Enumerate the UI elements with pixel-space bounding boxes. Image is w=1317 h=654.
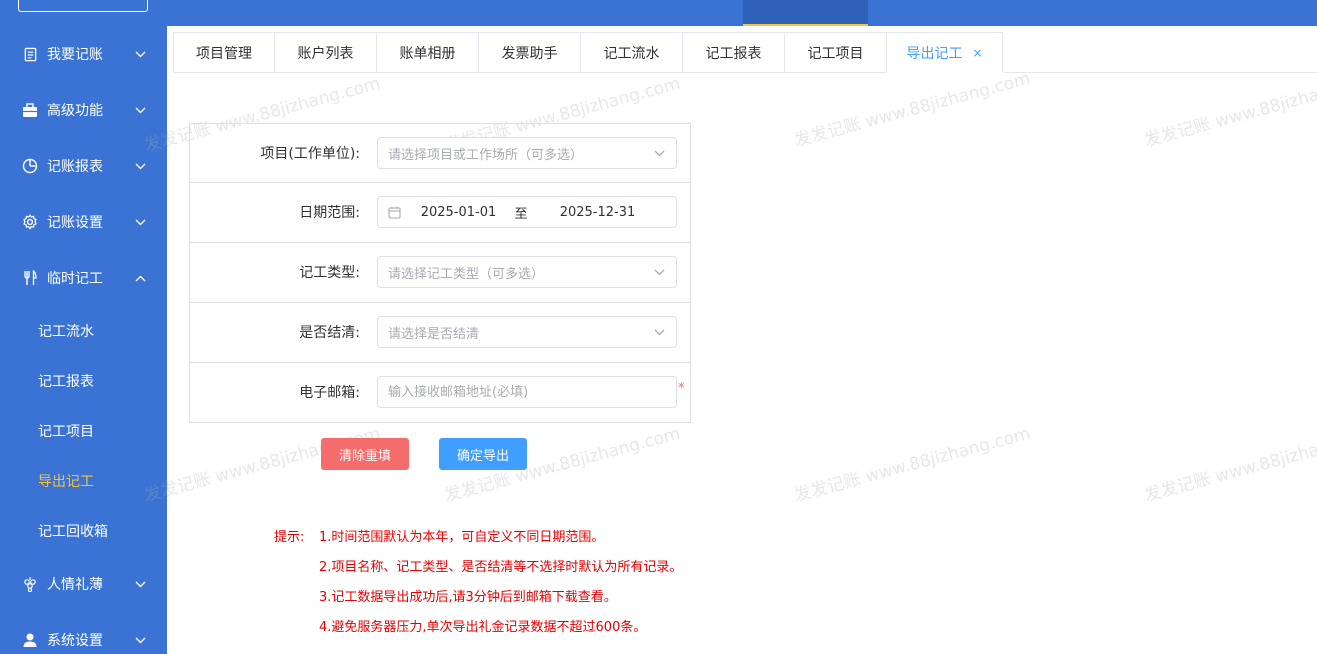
gear-icon <box>22 214 38 230</box>
form-row-work-type: 记工类型: 请选择记工类型（可多选） <box>189 243 691 303</box>
sidebar-sub-item-work-project[interactable]: 记工项目 <box>0 406 167 456</box>
project-select[interactable]: 请选择项目或工作场所（可多选） <box>377 137 677 169</box>
project-label: 项目(工作单位): <box>260 146 360 162</box>
date-range-label: 日期范围: <box>299 205 360 221</box>
export-form: 项目(工作单位): 请选择项目或工作场所（可多选） 日期范围: 2025-01-… <box>189 123 691 423</box>
tab-label: 导出记工 <box>906 45 963 62</box>
watermark: 发发记账 www.88jizhang.com <box>1142 68 1317 152</box>
sidebar-item-label: 临时记工 <box>47 271 103 287</box>
email-field[interactable] <box>388 384 666 400</box>
tab-bill-album[interactable]: 账单相册 <box>377 32 479 73</box>
sidebar-sub-item-work-report[interactable]: 记工报表 <box>0 356 167 406</box>
tab-account-list[interactable]: 账户列表 <box>275 32 377 73</box>
tip-line: 4.避免服务器压力,单次导出礼金记录数据不超过600条。 <box>319 620 647 635</box>
close-icon[interactable]: × <box>972 46 982 60</box>
tab-bar: 项目管理 账户列表 账单相册 发票助手 记工流水 记工报表 记工项目 导出记工 … <box>173 32 1003 73</box>
sidebar-item-label: 系统设置 <box>47 633 103 649</box>
reset-button[interactable]: 清除重填 <box>321 438 409 470</box>
tip-line: 1.时间范围默认为本年，可自定义不同日期范围。 <box>319 530 605 545</box>
sidebar-sub-item-export-work[interactable]: 导出记工 <box>0 456 167 506</box>
form-row-settled: 是否结清: 请选择是否结清 <box>189 303 691 363</box>
tab-bar-divider <box>1004 72 1317 73</box>
chevron-down-icon <box>133 107 147 114</box>
document-icon <box>22 46 38 62</box>
sidebar-item-label: 记账报表 <box>47 159 103 175</box>
sidebar-item-gift-book[interactable]: 人情礼薄 <box>0 556 167 612</box>
email-field-wrapper <box>377 376 677 408</box>
date-range-picker[interactable]: 2025-01-01 至 2025-12-31 <box>377 196 677 228</box>
form-row-email: 电子邮箱: * <box>189 363 691 423</box>
date-start[interactable]: 2025-01-01 <box>411 205 506 220</box>
tab-invoice-helper[interactable]: 发票助手 <box>479 32 581 73</box>
sidebar-sub-item-work-flow[interactable]: 记工流水 <box>0 306 167 356</box>
tab-work-report[interactable]: 记工报表 <box>683 32 785 73</box>
project-select-placeholder: 请选择项目或工作场所（可多选） <box>388 147 584 163</box>
work-type-select-placeholder: 请选择记工类型（可多选） <box>388 266 545 282</box>
calendar-icon <box>388 206 402 219</box>
sidebar-item-temp-work[interactable]: 临时记工 <box>0 250 167 306</box>
sidebar-item-reports[interactable]: 记账报表 <box>0 138 167 194</box>
sidebar-item-advanced[interactable]: 高级功能 <box>0 82 167 138</box>
watermark: 发发记账 www.88jizhang.com <box>792 68 1033 152</box>
tip-line: 2.项目名称、记工类型、是否结清等不选择时默认为所有记录。 <box>319 560 683 575</box>
tab-work-flow[interactable]: 记工流水 <box>581 32 683 73</box>
date-end[interactable]: 2025-12-31 <box>550 205 645 220</box>
export-button[interactable]: 确定导出 <box>439 438 527 470</box>
pie-chart-icon <box>22 158 38 174</box>
settled-select[interactable]: 请选择是否结清 <box>377 316 677 348</box>
chevron-down-icon <box>652 150 666 157</box>
tab-work-project[interactable]: 记工项目 <box>785 32 887 73</box>
fork-knife-icon <box>22 270 38 286</box>
sidebar-item-settings[interactable]: 记账设置 <box>0 194 167 250</box>
sidebar-item-system-settings[interactable]: 系统设置 <box>0 612 167 654</box>
sidebar-item-bookkeeping[interactable]: 我要记账 <box>0 26 167 82</box>
form-row-date-range: 日期范围: 2025-01-01 至 2025-12-31 <box>189 183 691 243</box>
user-icon <box>22 632 38 648</box>
top-nav-active-item[interactable] <box>743 0 868 26</box>
settled-label: 是否结清: <box>299 325 360 341</box>
sidebar: 我要记账 高级功能 记账报表 记账设置 临时记工 记工流水 记工报表 记工项目 … <box>0 26 167 654</box>
required-mark: * <box>678 381 685 396</box>
sidebar-item-label: 记账设置 <box>47 215 103 231</box>
email-label: 电子邮箱: <box>299 385 360 401</box>
sidebar-item-label: 我要记账 <box>47 47 103 63</box>
watermark: 发发记账 www.88jizhang.com <box>1142 423 1317 507</box>
chevron-down-icon <box>133 163 147 170</box>
chevron-down-icon <box>133 51 147 58</box>
top-navbar <box>0 0 1317 26</box>
chevron-up-icon <box>133 275 147 282</box>
work-type-label: 记工类型: <box>299 265 360 281</box>
tab-export-work[interactable]: 导出记工 × <box>887 32 1003 73</box>
tip-line: 3.记工数据导出成功后,请3分钟后到邮箱下载查看。 <box>319 590 617 605</box>
chevron-down-icon <box>133 581 147 588</box>
date-separator: 至 <box>514 206 528 222</box>
form-row-project: 项目(工作单位): 请选择项目或工作场所（可多选） <box>189 123 691 183</box>
briefcase-icon <box>22 102 38 118</box>
chevron-down-icon <box>133 637 147 644</box>
chevron-down-icon <box>133 219 147 226</box>
sidebar-item-label: 高级功能 <box>47 103 103 119</box>
chevron-down-icon <box>652 329 666 336</box>
chevron-down-icon <box>652 269 666 276</box>
tab-project-management[interactable]: 项目管理 <box>173 32 275 73</box>
settled-select-placeholder: 请选择是否结清 <box>388 326 480 342</box>
work-type-select[interactable]: 请选择记工类型（可多选） <box>377 256 677 288</box>
grapes-icon <box>22 576 38 592</box>
watermark: 发发记账 www.88jizhang.com <box>792 423 1033 507</box>
app-logo[interactable] <box>18 0 148 12</box>
sidebar-item-label: 人情礼薄 <box>47 577 103 593</box>
sidebar-sub-item-recycle-bin[interactable]: 记工回收箱 <box>0 506 167 556</box>
tips-label: 提示: <box>274 530 305 545</box>
